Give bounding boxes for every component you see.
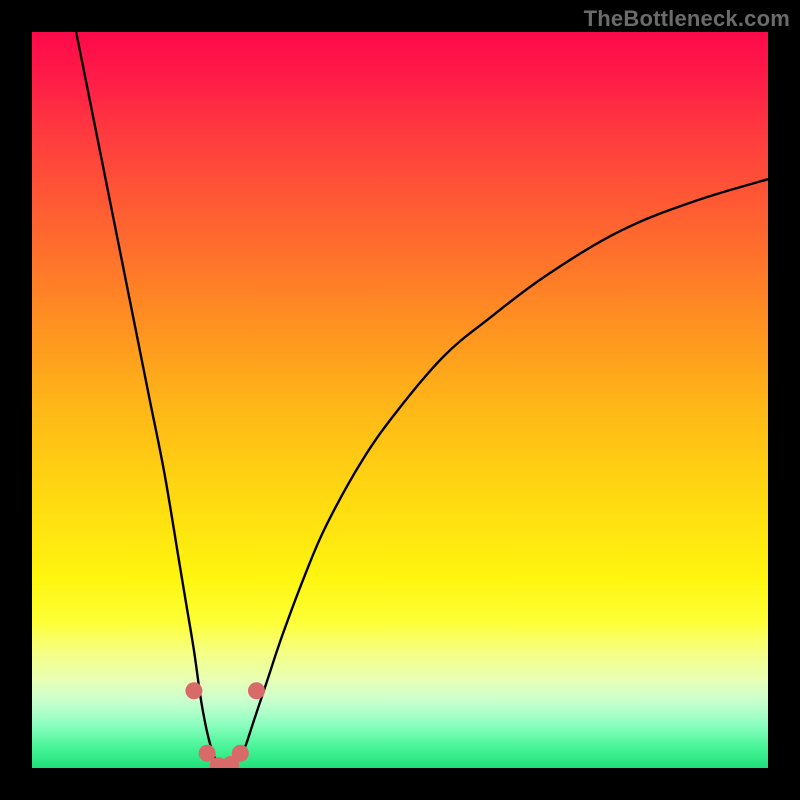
chart-frame: TheBottleneck.com xyxy=(0,0,800,800)
chart-plot-area xyxy=(32,32,768,768)
chart-curve xyxy=(76,32,768,768)
watermark-text: TheBottleneck.com xyxy=(584,6,790,32)
chart-marker xyxy=(185,682,202,699)
chart-marker xyxy=(232,745,249,762)
chart-svg xyxy=(32,32,768,768)
chart-marker xyxy=(248,682,265,699)
